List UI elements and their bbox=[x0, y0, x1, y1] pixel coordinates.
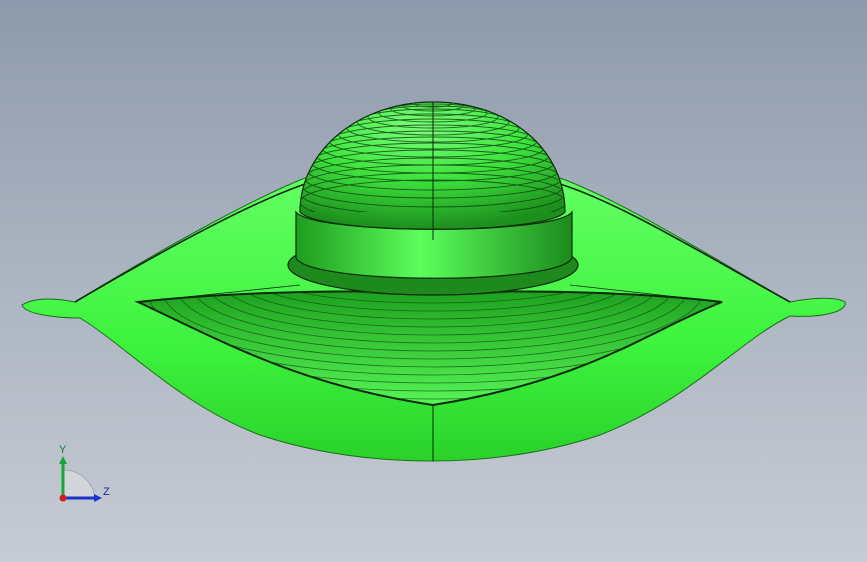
z-axis-label: Z bbox=[103, 486, 110, 498]
triad-plane bbox=[62, 469, 96, 499]
z-axis-arrow-icon bbox=[94, 494, 102, 502]
view-triad[interactable]: Y Z bbox=[50, 440, 120, 510]
hat-model[interactable] bbox=[0, 0, 867, 562]
x-axis-icon bbox=[59, 494, 67, 502]
graphics-viewport[interactable]: Y Z bbox=[0, 0, 867, 562]
y-axis-label: Y bbox=[59, 444, 67, 456]
y-axis-arrow-icon bbox=[59, 456, 67, 464]
